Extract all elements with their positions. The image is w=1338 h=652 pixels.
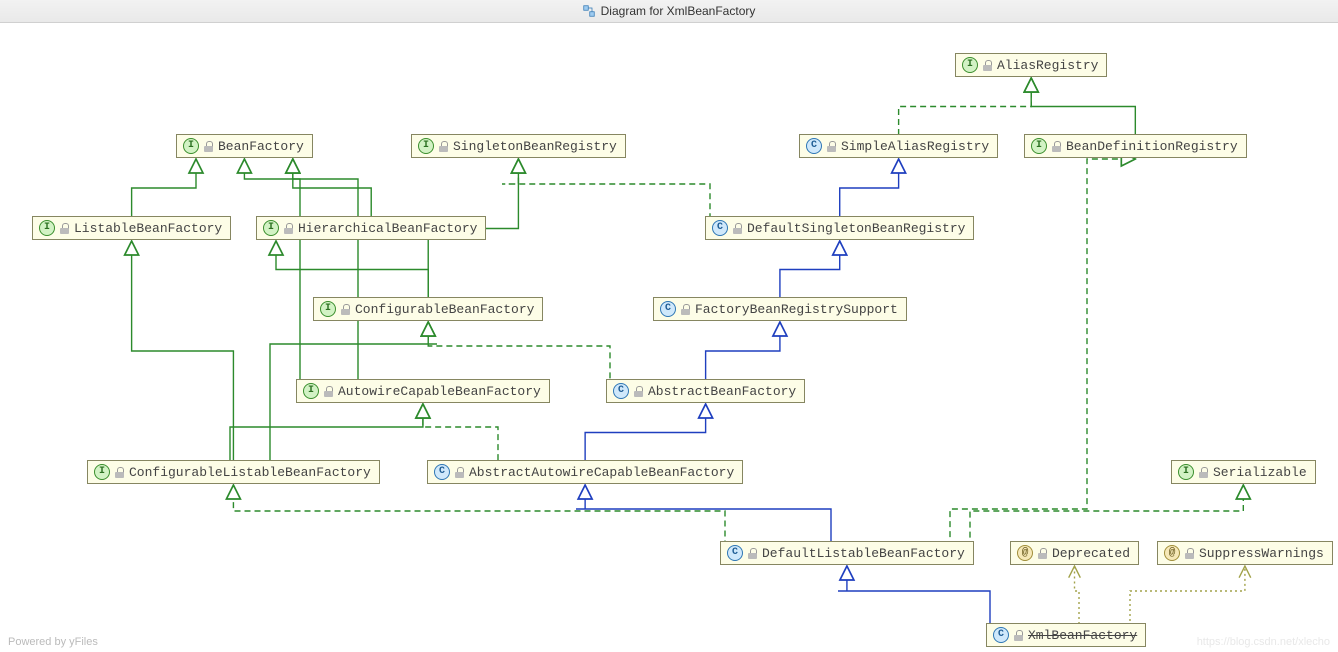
lock-icon	[827, 141, 836, 152]
interface-icon: I	[303, 383, 319, 399]
lock-icon	[1185, 548, 1194, 559]
node-label: BeanDefinitionRegistry	[1066, 139, 1238, 154]
node-label: SuppressWarnings	[1199, 546, 1324, 561]
interface-icon: I	[1178, 464, 1194, 480]
interface-icon: I	[1031, 138, 1047, 154]
node-label: SimpleAliasRegistry	[841, 139, 989, 154]
lock-icon	[439, 141, 448, 152]
lock-icon	[341, 304, 350, 315]
edge-BeanDefinitionRegistry-AliasRegistry	[1031, 78, 1135, 135]
lock-icon	[983, 60, 992, 71]
edge-ConfigurableBeanFactory-HierarchicalBeanFactory	[276, 241, 428, 298]
lock-icon	[1199, 467, 1208, 478]
lock-icon	[324, 386, 333, 397]
lock-icon	[748, 548, 757, 559]
edge-AutowireCapableBeanFactory-BeanFactory	[293, 159, 423, 392]
edge-AbstractAutowireCapableBeanFactory-AutowireCapableBeanFactory	[423, 404, 585, 463]
edge-AutowireCapableBeanFactory-BeanFactory	[244, 159, 423, 382]
edge-DefaultListableBeanFactory-AbstractAutowireCapableBeanFactory	[576, 485, 847, 544]
interface-icon: I	[962, 57, 978, 73]
annotation-icon: @	[1017, 545, 1033, 561]
window-title: Diagram for XmlBeanFactory	[601, 4, 756, 18]
node-label: XmlBeanFactory	[1028, 628, 1137, 643]
class-icon: C	[727, 545, 743, 561]
edge-ListableBeanFactory-BeanFactory	[132, 159, 196, 217]
node-FactoryBeanRegistrySupport[interactable]: C FactoryBeanRegistrySupport	[653, 297, 907, 321]
node-label: AbstractBeanFactory	[648, 384, 796, 399]
class-icon: C	[660, 301, 676, 317]
node-ConfigurableListableBeanFactory[interactable]: I ConfigurableListableBeanFactory	[87, 460, 380, 484]
lock-icon	[1014, 630, 1023, 641]
interface-icon: I	[39, 220, 55, 236]
node-BeanFactory[interactable]: I BeanFactory	[176, 134, 313, 158]
node-ListableBeanFactory[interactable]: I ListableBeanFactory	[32, 216, 231, 240]
node-label: DefaultListableBeanFactory	[762, 546, 965, 561]
lock-icon	[681, 304, 690, 315]
node-AutowireCapableBeanFactory[interactable]: I AutowireCapableBeanFactory	[296, 379, 550, 403]
lock-icon	[455, 467, 464, 478]
edge-DefaultSingletonBeanRegistry-SimpleAliasRegistry	[840, 159, 899, 217]
node-label: AbstractAutowireCapableBeanFactory	[469, 465, 734, 480]
lock-icon	[733, 223, 742, 234]
class-icon: C	[434, 464, 450, 480]
edge-HierarchicalBeanFactory-BeanFactory	[293, 159, 371, 217]
lock-icon	[60, 223, 69, 234]
node-label: FactoryBeanRegistrySupport	[695, 302, 898, 317]
node-label: HierarchicalBeanFactory	[298, 221, 477, 236]
lock-icon	[1052, 141, 1061, 152]
node-ConfigurableBeanFactory[interactable]: I ConfigurableBeanFactory	[313, 297, 543, 321]
node-label: ListableBeanFactory	[74, 221, 222, 236]
node-label: Serializable	[1213, 465, 1307, 480]
lock-icon	[1038, 548, 1047, 559]
annotation-icon: @	[1164, 545, 1180, 561]
diagram-icon	[583, 5, 595, 17]
class-icon: C	[993, 627, 1009, 643]
node-DefaultListableBeanFactory[interactable]: C DefaultListableBeanFactory	[720, 541, 974, 565]
node-label: BeanFactory	[218, 139, 304, 154]
edge-AbstractBeanFactory-FactoryBeanRegistrySupport	[706, 322, 780, 380]
node-DefaultSingletonBeanRegistry[interactable]: C DefaultSingletonBeanRegistry	[705, 216, 974, 240]
node-HierarchicalBeanFactory[interactable]: I HierarchicalBeanFactory	[256, 216, 486, 240]
window-title-bar: Diagram for XmlBeanFactory	[0, 0, 1338, 23]
node-label: ConfigurableListableBeanFactory	[129, 465, 371, 480]
node-XmlBeanFactory[interactable]: C XmlBeanFactory	[986, 623, 1146, 647]
lock-icon	[634, 386, 643, 397]
lock-icon	[284, 223, 293, 234]
node-label: ConfigurableBeanFactory	[355, 302, 534, 317]
interface-icon: I	[320, 301, 336, 317]
watermark: https://blog.csdn.net/xlecho	[1197, 636, 1330, 648]
interface-icon: I	[418, 138, 434, 154]
node-SimpleAliasRegistry[interactable]: C SimpleAliasRegistry	[799, 134, 998, 158]
interface-icon: I	[263, 220, 279, 236]
node-label: AutowireCapableBeanFactory	[338, 384, 541, 399]
class-icon: C	[806, 138, 822, 154]
edge-SimpleAliasRegistry-AliasRegistry	[899, 78, 1032, 135]
edge-ConfigurableListableBeanFactory-ListableBeanFactory	[132, 241, 234, 461]
node-AbstractAutowireCapableBeanFactory[interactable]: C AbstractAutowireCapableBeanFactory	[427, 460, 743, 484]
node-label: Deprecated	[1052, 546, 1130, 561]
edge-FactoryBeanRegistrySupport-DefaultSingletonBeanRegistry	[780, 241, 840, 298]
class-icon: C	[613, 383, 629, 399]
node-label: DefaultSingletonBeanRegistry	[747, 221, 965, 236]
lock-icon	[204, 141, 213, 152]
class-icon: C	[712, 220, 728, 236]
lock-icon	[115, 467, 124, 478]
interface-icon: I	[183, 138, 199, 154]
diagram-canvas[interactable]: I AliasRegistry I BeanFactory I SingletonBean…	[0, 23, 1338, 652]
edge-AbstractAutowireCapableBeanFactory-AbstractBeanFactory	[585, 404, 705, 461]
node-SingletonBeanRegistry[interactable]: I SingletonBeanRegistry	[411, 134, 626, 158]
node-AbstractBeanFactory[interactable]: C AbstractBeanFactory	[606, 379, 805, 403]
node-label: SingletonBeanRegistry	[453, 139, 617, 154]
edge-XmlBeanFactory-Deprecated	[1066, 566, 1079, 626]
node-label: AliasRegistry	[997, 58, 1098, 73]
node-SuppressWarnings[interactable]: @ SuppressWarnings	[1157, 541, 1333, 565]
edge-ConfigurableListableBeanFactory-AutowireCapableBeanFactory	[230, 404, 423, 463]
node-Deprecated[interactable]: @ Deprecated	[1010, 541, 1139, 565]
footer-credit: Powered by yFiles	[8, 636, 98, 648]
node-Serializable[interactable]: I Serializable	[1171, 460, 1316, 484]
interface-icon: I	[94, 464, 110, 480]
node-AliasRegistry[interactable]: I AliasRegistry	[955, 53, 1107, 77]
node-BeanDefinitionRegistry[interactable]: I BeanDefinitionRegistry	[1024, 134, 1247, 158]
